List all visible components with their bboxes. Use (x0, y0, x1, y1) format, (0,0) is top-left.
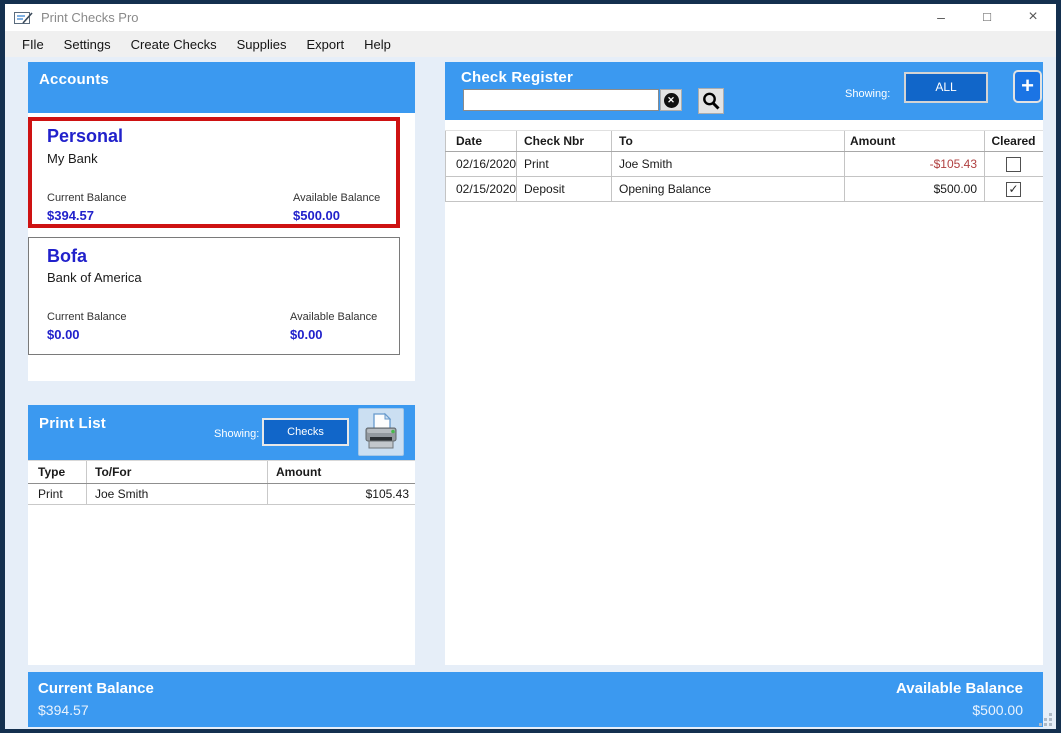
current-balance-label: Current Balance (47, 311, 127, 323)
window-title: Print Checks Pro (41, 10, 139, 25)
app-icon (14, 11, 33, 25)
menu-item-supplies[interactable]: Supplies (227, 37, 297, 52)
menu-item-help[interactable]: Help (354, 37, 401, 52)
available-balance-label: Available Balance (896, 680, 1023, 697)
print-list-filter-button[interactable]: Checks (262, 418, 349, 446)
col-date: Date (445, 131, 517, 151)
menu-item-settings[interactable]: Settings (54, 37, 121, 52)
cleared-checkbox[interactable]: ✓ (1006, 182, 1021, 197)
account-name: Bofa (47, 246, 87, 267)
current-balance-label: Current Balance (38, 680, 154, 697)
cell-tofor: Joe Smith (87, 484, 268, 504)
cell-amount: $500.00 (845, 177, 985, 201)
minimize-button[interactable]: – (918, 4, 964, 31)
accounts-header: Accounts (28, 62, 415, 113)
accounts-list: Personal My Bank Current Balance $394.57… (28, 113, 415, 381)
cell-date: 02/15/2020 (445, 177, 517, 201)
register-row[interactable]: 02/15/2020 Deposit Opening Balance $500.… (445, 177, 1043, 202)
showing-label: Showing: (214, 428, 259, 440)
account-name: Personal (47, 126, 123, 147)
print-list-row[interactable]: Print Joe Smith $105.43 (28, 484, 415, 505)
showing-label: Showing: (845, 88, 890, 100)
col-cleared: Cleared (985, 131, 1042, 151)
check-register-title: Check Register (461, 69, 573, 86)
resize-grip[interactable] (1039, 713, 1053, 727)
cell-to: Joe Smith (612, 152, 845, 176)
cell-check-nbr: Print (517, 152, 612, 176)
col-amount: Amount (268, 465, 415, 479)
accounts-panel: Accounts Personal My Bank Current Balanc… (28, 62, 415, 381)
account-bank: Bank of America (47, 270, 142, 285)
current-balance-value: $394.57 (38, 702, 154, 718)
search-button[interactable] (698, 88, 724, 114)
search-input[interactable] (463, 89, 659, 111)
cell-type: Print (28, 484, 87, 504)
cleared-checkbox[interactable] (1006, 157, 1021, 172)
balance-footer: Current Balance $394.57 Available Balanc… (28, 672, 1043, 727)
available-balance-value: $500.00 (293, 208, 340, 223)
cell-date: 02/16/2020 (445, 152, 517, 176)
footer-available-balance: Available Balance $500.00 (896, 680, 1023, 718)
title-bar: Print Checks Pro – □ × (5, 4, 1056, 31)
menu-bar: FIle Settings Create Checks Supplies Exp… (5, 31, 1056, 57)
print-button[interactable] (358, 408, 404, 456)
account-card-bofa[interactable]: Bofa Bank of America Current Balance $0.… (28, 237, 400, 355)
footer-current-balance: Current Balance $394.57 (38, 680, 154, 718)
print-list-header: Print List Showing: Checks (28, 405, 415, 460)
app-window: Print Checks Pro – □ × FIle Settings Cre… (0, 0, 1061, 733)
cell-to: Opening Balance (612, 177, 845, 201)
print-list-title: Print List (39, 415, 106, 432)
register-row[interactable]: 02/16/2020 Print Joe Smith -$105.43 (445, 152, 1043, 177)
cell-check-nbr: Deposit (517, 177, 612, 201)
cell-amount: -$105.43 (845, 152, 985, 176)
current-balance-value: $0.00 (47, 327, 80, 342)
menu-item-create-checks[interactable]: Create Checks (121, 37, 227, 52)
register-header-row: Date Check Nbr To Amount Cleared (445, 130, 1043, 152)
available-balance-value: $0.00 (290, 327, 323, 342)
menu-item-export[interactable]: Export (297, 37, 355, 52)
available-balance-value: $500.00 (896, 702, 1023, 718)
print-list-panel: Print List Showing: Checks (28, 405, 415, 665)
cell-cleared (985, 152, 1042, 176)
available-balance-label: Available Balance (290, 311, 377, 323)
accounts-title: Accounts (39, 71, 109, 88)
check-register-header: Check Register ✕ Showing: ALL + (445, 62, 1043, 120)
main-area: Accounts Personal My Bank Current Balanc… (5, 57, 1056, 729)
col-check-nbr: Check Nbr (517, 131, 612, 151)
maximize-button[interactable]: □ (964, 4, 1010, 31)
menu-item-file[interactable]: FIle (12, 37, 54, 52)
col-tofor: To/For (87, 461, 268, 483)
clear-icon: ✕ (664, 93, 679, 108)
printer-icon (359, 409, 403, 455)
col-amount: Amount (845, 131, 985, 151)
account-card-personal[interactable]: Personal My Bank Current Balance $394.57… (28, 117, 400, 228)
current-balance-value: $394.57 (47, 208, 94, 223)
check-register-table: Date Check Nbr To Amount Cleared 02/16/2… (445, 130, 1043, 202)
close-button[interactable]: × (1010, 4, 1056, 31)
col-to: To (612, 131, 845, 151)
current-balance-label: Current Balance (47, 192, 127, 204)
check-register-panel: Check Register ✕ Showing: ALL + Date (445, 62, 1043, 665)
add-transaction-button[interactable]: + (1013, 70, 1042, 103)
available-balance-label: Available Balance (293, 192, 380, 204)
register-filter-button[interactable]: ALL (904, 72, 988, 103)
search-icon (701, 91, 721, 111)
print-list-table: Type To/For Amount Print Joe Smith $105.… (28, 460, 415, 505)
cell-amount: $105.43 (268, 487, 415, 501)
account-bank: My Bank (47, 151, 98, 166)
clear-search-button[interactable]: ✕ (660, 89, 682, 111)
window-controls: – □ × (918, 4, 1056, 31)
print-list-header-row: Type To/For Amount (28, 460, 415, 484)
col-type: Type (28, 461, 87, 483)
cell-cleared: ✓ (985, 177, 1042, 201)
